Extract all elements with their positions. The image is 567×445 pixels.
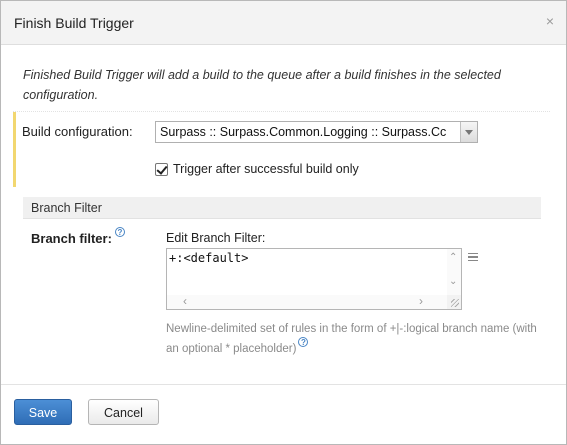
edit-branch-filter-label: Edit Branch Filter:: [166, 231, 266, 245]
trigger-after-success-label[interactable]: Trigger after successful build only: [173, 162, 359, 176]
chevron-down-icon[interactable]: ⌄: [449, 277, 457, 287]
branch-filter-hint: Newline-delimited set of rules in the fo…: [166, 319, 546, 359]
help-icon[interactable]: ?: [115, 227, 125, 237]
branch-filter-value: +:<default>: [169, 251, 249, 265]
branch-filter-label: Branch filter:: [31, 231, 112, 246]
build-configuration-select[interactable]: Surpass :: Surpass.Common.Logging :: Sur…: [155, 121, 478, 143]
cancel-button[interactable]: Cancel: [88, 399, 159, 425]
horizontal-scrollbar[interactable]: ‹ ›: [167, 295, 447, 309]
dialog-title: Finish Build Trigger: [14, 15, 134, 31]
close-icon[interactable]: ×: [546, 13, 554, 29]
list-icon[interactable]: [468, 253, 478, 261]
dialog-description: Finished Build Trigger will add a build …: [23, 68, 501, 102]
chevron-down-icon[interactable]: [460, 122, 477, 142]
branch-filter-section-header: Branch Filter: [23, 197, 541, 219]
chevron-left-icon[interactable]: ‹: [183, 295, 187, 307]
help-icon[interactable]: ?: [298, 337, 309, 347]
branch-filter-section-title: Branch Filter: [31, 201, 102, 215]
chevron-right-icon[interactable]: ›: [419, 295, 423, 307]
branch-filter-hint-text: Newline-delimited set of rules in the fo…: [166, 323, 537, 355]
build-configuration-value: Surpass :: Surpass.Common.Logging :: Sur…: [160, 125, 447, 139]
chevron-up-icon[interactable]: ⌃: [449, 253, 457, 263]
footer-divider: [1, 384, 566, 385]
trigger-after-success-checkbox[interactable]: [155, 163, 168, 176]
dialog-header: Finish Build Trigger ×: [1, 1, 566, 45]
branch-filter-textarea[interactable]: +:<default> ⌃ ⌄ ‹ ›: [166, 248, 462, 310]
save-button[interactable]: Save: [14, 399, 72, 425]
finish-build-trigger-dialog: Finish Build Trigger × Finished Build Tr…: [0, 0, 567, 445]
build-configuration-label: Build configuration:: [22, 124, 133, 139]
vertical-scrollbar[interactable]: ⌃ ⌄: [447, 249, 461, 295]
resize-grip-icon[interactable]: [447, 295, 461, 309]
